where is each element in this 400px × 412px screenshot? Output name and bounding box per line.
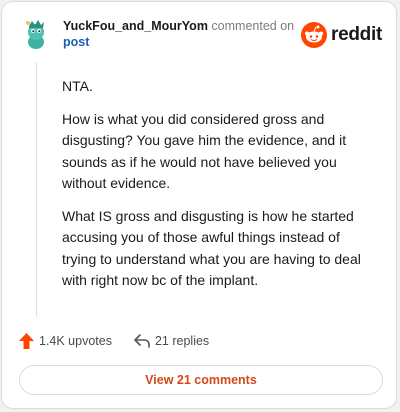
upvotes-count: 1.4K upvotes: [39, 334, 112, 348]
replies-count: 21 replies: [154, 334, 210, 348]
comment-paragraph: NTA.: [62, 78, 93, 94]
reddit-logo[interactable]: reddit: [301, 22, 382, 48]
comment-header: YuckFou_and_MourYom commented on post re…: [18, 16, 382, 56]
post-link[interactable]: post: [63, 34, 323, 50]
comment-card: YuckFou_and_MourYom commented on post re…: [1, 1, 397, 409]
comment-body: NTA. How is what you did considered gros…: [62, 76, 374, 303]
user-avatar[interactable]: [18, 16, 54, 52]
upvote-button[interactable]: 1.4K upvotes: [19, 333, 112, 349]
username-link[interactable]: YuckFou_and_MourYom: [63, 19, 208, 33]
comment-meta: YuckFou_and_MourYom commented on post: [63, 18, 323, 50]
commented-on-text: commented on: [211, 19, 295, 33]
replies-button[interactable]: 21 replies: [134, 334, 209, 348]
comment-paragraph: How is what you did considered gross and…: [62, 110, 347, 192]
view-comments-button[interactable]: View 21 comments: [19, 365, 383, 395]
arrow-up-icon: [19, 333, 34, 349]
reddit-snoo-icon: [301, 22, 328, 48]
reddit-wordmark: reddit: [331, 24, 382, 45]
thread-line: [36, 62, 37, 317]
reply-arrow-icon: [134, 334, 150, 348]
comment-actions: 1.4K upvotes 21 replies: [19, 331, 209, 351]
snoo-avatar-icon: [18, 16, 54, 52]
comment-paragraph: What IS gross and disgusting is how he s…: [62, 207, 361, 289]
